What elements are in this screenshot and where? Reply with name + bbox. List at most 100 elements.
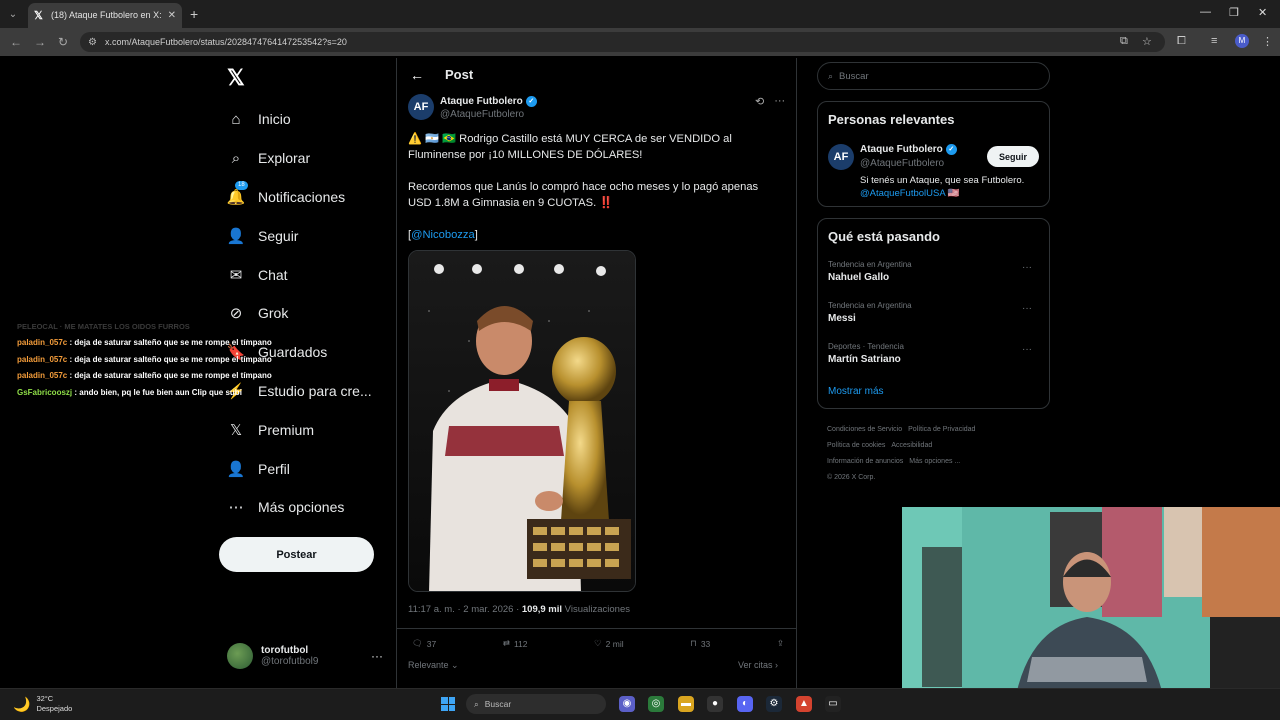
views-label: Visualizaciones <box>562 604 630 615</box>
discord-icon[interactable]: ◐ <box>737 696 753 712</box>
footer-link[interactable]: Accesibilidad <box>891 442 932 449</box>
more-icon[interactable]: ··· <box>371 649 383 663</box>
sidebar-item-label: Grok <box>258 305 289 322</box>
mention-link[interactable]: @Nicobozza <box>411 229 475 241</box>
windows-start-icon[interactable] <box>441 697 455 711</box>
minimize-icon[interactable]: — <box>1200 6 1211 18</box>
trend-more-icon[interactable]: ··· <box>1022 262 1032 273</box>
steam-icon[interactable]: ⚙ <box>766 696 782 712</box>
relevant-name-row[interactable]: Ataque Futbolero ✓ <box>860 144 957 155</box>
post-paragraph: ⚠️ 🇦🇷 🇧🇷 Rodrigo Castillo está MUY CERCA… <box>408 133 732 161</box>
weather-widget[interactable]: 🌙 32°C Despejado <box>13 694 72 714</box>
site-info-icon[interactable]: ⚙ <box>88 37 97 48</box>
tab-close-icon[interactable]: ✕ <box>168 10 176 21</box>
view-quotes-link[interactable]: Ver citas › <box>738 660 778 670</box>
footer-link[interactable]: Más opciones ... <box>909 458 960 465</box>
back-nav-icon[interactable]: ← <box>10 35 22 49</box>
x-logo-icon[interactable]: 𝕏 <box>227 65 245 91</box>
relevant-bio: Si tenés un Ataque, que sea Futbolero. @… <box>860 174 1045 200</box>
back-arrow-icon[interactable]: ← <box>410 67 424 83</box>
footer-link[interactable]: Política de cookies <box>827 442 885 449</box>
teams-icon[interactable]: ◉ <box>619 696 635 712</box>
taskbar-search-label: Buscar <box>484 699 512 709</box>
new-tab-icon[interactable]: + <box>190 7 198 21</box>
sidebar-item-notificaciones[interactable]: 🔔 18 Notificaciones <box>225 178 395 217</box>
maximize-icon[interactable]: ❐ <box>1229 6 1239 19</box>
sidebar-item-label: Notificaciones <box>258 188 346 205</box>
app-icon[interactable]: ▲ <box>796 696 812 712</box>
footer-links: Condiciones de Servicio Política de Priva… <box>827 422 1047 486</box>
sidebar-item-seguir[interactable]: 👤 Seguir <box>225 216 395 255</box>
footer-link[interactable]: Información de anuncios <box>827 458 903 465</box>
chat-username: paladin_057c <box>17 371 68 380</box>
sidebar-item-inicio[interactable]: ⌂ Inicio <box>225 100 395 139</box>
search-input[interactable] <box>839 70 1020 82</box>
reply-button[interactable]: 🗨 37 <box>412 638 436 649</box>
post-button[interactable]: Postear <box>219 537 374 572</box>
reload-icon[interactable]: ↻ <box>58 35 68 49</box>
chat-username: paladin_057c <box>17 354 68 364</box>
file-explorer-icon[interactable]: ▬ <box>678 696 694 712</box>
sidebar-item-m-s-opciones[interactable]: ⋯ Más opciones <box>225 488 395 527</box>
sidebar-item-explorar[interactable]: ⌕ Explorar <box>225 139 395 178</box>
post-mention-line: [@Nicobozza] <box>408 227 778 243</box>
reading-list-icon[interactable]: ≡ <box>1211 35 1217 47</box>
moon-weather-icon: 🌙 <box>13 695 31 712</box>
browser-tab[interactable]: 𝕏 (18) Ataque Futbolero en X: "⚠ ✕ <box>28 3 182 28</box>
install-app-icon[interactable]: ⧉ <box>1120 35 1128 48</box>
bracket: ] <box>474 229 478 241</box>
share-button[interactable]: ⇪ <box>777 638 784 649</box>
post-time[interactable]: 11:17 a. m. · 2 mar. 2026 · <box>408 604 522 615</box>
account-name: torofutbol <box>261 645 309 656</box>
quotes-label: Ver citas <box>738 660 773 670</box>
repost-button[interactable]: ⇄ 112 <box>503 638 528 649</box>
taskbar-search[interactable]: ⌕ Buscar <box>466 694 606 714</box>
grok-icon[interactable]: ⟲ <box>755 95 764 108</box>
window-close-icon[interactable]: ✕ <box>1258 6 1267 19</box>
terminal-icon[interactable]: ▭ <box>825 696 841 712</box>
search-box[interactable]: ⌕ <box>817 62 1050 90</box>
taskbar <box>0 688 1280 720</box>
follow-button[interactable]: Seguir <box>987 146 1039 167</box>
browser-menu-icon[interactable]: ⋮ <box>1262 35 1273 48</box>
bookmark-star-icon[interactable]: ☆ <box>1142 35 1152 48</box>
sort-dropdown[interactable]: Relevante ⌄ <box>408 660 459 671</box>
verified-badge-icon: ✓ <box>945 144 957 155</box>
account-switcher[interactable]: torofutbol @torofutbol9 ··· <box>227 643 387 669</box>
author-name-row[interactable]: Ataque Futbolero ✓ <box>440 96 537 107</box>
sidebar-item-premium[interactable]: 𝕏 Premium <box>225 410 395 449</box>
extensions-icon[interactable]: ⧠ <box>1177 35 1186 48</box>
author-handle[interactable]: @AtaqueFutbolero <box>440 109 524 120</box>
chat-username: paladin_057c <box>17 338 68 347</box>
footer-link[interactable]: © 2026 X Corp. <box>827 474 875 481</box>
tab-search-icon[interactable]: ⌄ <box>6 7 20 21</box>
avatar[interactable]: AF <box>828 144 854 170</box>
trend-more-icon[interactable]: ··· <box>1022 303 1032 314</box>
bookmark-button[interactable]: ⊓ 33 <box>690 638 710 649</box>
chrome-icon[interactable]: ◎ <box>648 696 664 712</box>
sidebar-item-perfil[interactable]: 👤 Perfil <box>225 449 395 488</box>
footer-link[interactable]: Condiciones de Servicio <box>827 426 902 433</box>
trend-item[interactable]: Tendencia en Argentina Messi <box>828 301 912 324</box>
relevant-handle[interactable]: @AtaqueFutbolero <box>860 158 944 169</box>
obs-icon[interactable]: ● <box>707 696 723 712</box>
search-icon: ⌕ <box>828 70 834 81</box>
like-button[interactable]: ♡ 2 mil <box>594 638 624 649</box>
bio-link[interactable]: @AtaqueFutbolUSA <box>860 188 945 199</box>
address-bar[interactable]: ⚙ x.com/AtaqueFutbolero/status/202847476… <box>80 32 1165 52</box>
author-avatar[interactable]: AF <box>408 94 434 120</box>
profile-avatar[interactable]: M <box>1235 34 1249 48</box>
trend-more-icon[interactable]: ··· <box>1022 344 1032 355</box>
trend-item[interactable]: Tendencia en Argentina Nahuel Gallo <box>828 260 912 283</box>
footer-link[interactable]: Política de Privacidad <box>908 426 975 433</box>
trend-item[interactable]: Deportes · Tendencia Martín Satriano <box>828 342 904 365</box>
more-icon[interactable]: ··· <box>774 95 785 108</box>
show-more-link[interactable]: Mostrar más <box>828 386 884 397</box>
sidebar-item-label: Más opciones <box>258 499 345 516</box>
x-favicon-icon: 𝕏 <box>34 9 43 22</box>
repost-icon: ⇄ <box>502 638 510 648</box>
post-image[interactable] <box>408 250 636 592</box>
forward-nav-icon[interactable]: → <box>34 35 46 49</box>
chat-message: paladin_057c : deja de saturar salteño q… <box>17 352 317 369</box>
sidebar-item-chat[interactable]: ✉ Chat <box>225 255 395 294</box>
